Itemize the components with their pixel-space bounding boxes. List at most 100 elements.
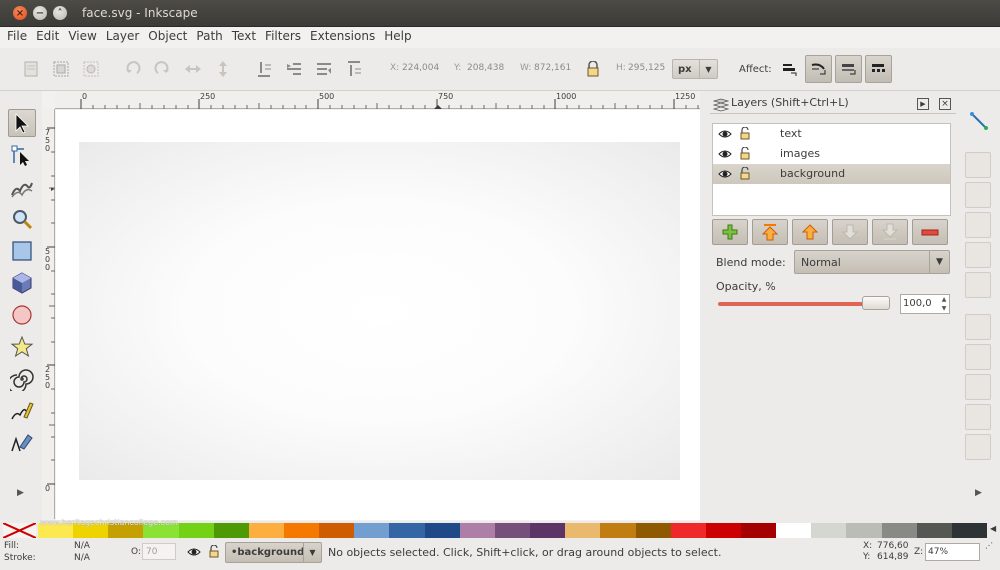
eye-icon[interactable]: [718, 128, 732, 140]
panel-collapse-button[interactable]: ▶: [917, 98, 929, 110]
color-swatch[interactable]: [424, 523, 461, 538]
palette-scroll-icon[interactable]: ◀: [990, 524, 996, 533]
close-window-button[interactable]: ×: [13, 6, 27, 20]
color-swatch[interactable]: [670, 523, 707, 538]
menu-extensions[interactable]: Extensions: [307, 27, 381, 48]
tweak-icon[interactable]: [8, 173, 36, 201]
color-swatch[interactable]: [459, 523, 496, 538]
color-swatch[interactable]: [916, 523, 953, 538]
opacity-spinbox[interactable]: 100,0 ▲ ▼: [900, 294, 950, 314]
menu-edit[interactable]: Edit: [33, 27, 65, 48]
menu-object[interactable]: Object: [145, 27, 193, 48]
layer-name[interactable]: images: [780, 147, 820, 160]
x-field[interactable]: 224,004: [402, 60, 446, 77]
color-swatch[interactable]: [494, 523, 531, 538]
layer-row-images[interactable]: images: [713, 144, 950, 164]
color-swatch[interactable]: [319, 523, 355, 538]
minimize-window-button[interactable]: −: [33, 6, 47, 20]
snap-bbox-corner-button[interactable]: [965, 212, 991, 238]
color-swatch[interactable]: [705, 523, 742, 538]
3d-box-icon[interactable]: [8, 269, 36, 297]
menu-text[interactable]: Text: [229, 27, 262, 48]
drawing-canvas[interactable]: [56, 110, 700, 520]
snap-nodes-button[interactable]: [965, 314, 991, 340]
snap-toggle-icon[interactable]: [969, 111, 989, 134]
selector-arrow-icon[interactable]: [8, 109, 36, 137]
rotate-ccw-icon[interactable]: [123, 59, 143, 79]
rotate-cw-icon[interactable]: [152, 59, 172, 79]
spiral-icon[interactable]: [8, 365, 36, 393]
color-swatch[interactable]: [213, 523, 250, 538]
snap-bbox-center-button[interactable]: [965, 272, 991, 298]
eye-icon[interactable]: [718, 168, 732, 180]
snap-bbox-edge-button[interactable]: [965, 182, 991, 208]
current-layer-dropdown[interactable]: •background ▼: [225, 542, 322, 563]
star-icon[interactable]: [8, 333, 36, 361]
menu-view[interactable]: View: [65, 27, 102, 48]
pen-icon[interactable]: [8, 429, 36, 457]
menu-path[interactable]: Path: [193, 27, 228, 48]
add-layer-button[interactable]: [712, 219, 748, 245]
background-rectangle[interactable]: [79, 142, 680, 480]
lower-layer-to-bottom-button[interactable]: [872, 219, 908, 245]
scale-rounded-corners-button[interactable]: [805, 55, 832, 83]
y-field[interactable]: 208,438: [467, 60, 511, 77]
select-all-icon[interactable]: [21, 59, 41, 79]
unit-dropdown[interactable]: px ▼: [672, 59, 718, 79]
h-field[interactable]: 295,125: [628, 60, 672, 77]
color-swatch[interactable]: [284, 523, 320, 538]
no-paint-swatch[interactable]: [2, 522, 37, 539]
eye-icon[interactable]: [187, 546, 201, 558]
raise-to-top-icon[interactable]: [344, 59, 364, 79]
move-patterns-button[interactable]: [865, 55, 892, 83]
zoom-icon[interactable]: [8, 205, 36, 233]
color-swatch[interactable]: [881, 523, 918, 538]
lower-to-bottom-icon[interactable]: [254, 59, 274, 79]
panel-close-button[interactable]: ×: [939, 98, 951, 110]
blend-mode-dropdown[interactable]: Normal ▼: [794, 250, 950, 274]
flip-horizontal-icon[interactable]: [183, 59, 203, 79]
unlocked-padlock-icon[interactable]: [740, 147, 750, 160]
color-swatch[interactable]: [600, 523, 636, 538]
unlocked-padlock-icon[interactable]: [209, 545, 219, 558]
snap-intersections-button[interactable]: [965, 374, 991, 400]
delete-layer-button[interactable]: [912, 219, 948, 245]
lower-icon[interactable]: [284, 59, 304, 79]
color-swatch[interactable]: [776, 523, 812, 538]
eye-icon[interactable]: [718, 148, 732, 160]
rectangle-icon[interactable]: [8, 237, 36, 265]
color-swatch[interactable]: [740, 523, 777, 538]
stroke-value[interactable]: N/A: [74, 553, 90, 563]
color-swatch[interactable]: [811, 523, 847, 538]
raise-layer-button[interactable]: [792, 219, 828, 245]
invert-selection-icon[interactable]: [81, 59, 101, 79]
raise-layer-to-top-button[interactable]: [752, 219, 788, 245]
zoom-field[interactable]: 47%: [925, 543, 980, 561]
ellipse-icon[interactable]: [8, 301, 36, 329]
node-editor-icon[interactable]: [8, 141, 36, 169]
snap-cusp-nodes-button[interactable]: [965, 404, 991, 430]
menu-layer[interactable]: Layer: [103, 27, 145, 48]
menu-filters[interactable]: Filters: [262, 27, 307, 48]
layer-name[interactable]: text: [780, 127, 802, 140]
lock-proportions-icon[interactable]: [586, 60, 600, 77]
maximize-window-button[interactable]: ˄: [53, 6, 67, 20]
snap-bbox-midpoint-button[interactable]: [965, 242, 991, 268]
color-swatch[interactable]: [354, 523, 390, 538]
panel-divider[interactable]: [700, 91, 708, 521]
layer-row-text[interactable]: text: [713, 124, 950, 144]
fill-value[interactable]: N/A: [74, 541, 90, 551]
layer-name[interactable]: background: [780, 167, 845, 180]
color-swatch[interactable]: [530, 523, 566, 538]
move-gradients-button[interactable]: [835, 55, 862, 83]
spin-arrows-icon[interactable]: ▲ ▼: [939, 295, 949, 313]
unlocked-padlock-icon[interactable]: [740, 127, 750, 140]
snap-paths-button[interactable]: [965, 344, 991, 370]
menu-help[interactable]: Help: [381, 27, 417, 48]
more-snap-arrow-icon[interactable]: ▶: [975, 488, 982, 498]
resize-grip-icon[interactable]: ⋰: [985, 541, 993, 550]
object-opacity-field[interactable]: 70: [142, 543, 176, 560]
menu-file[interactable]: File: [4, 27, 33, 48]
opacity-slider-thumb[interactable]: [862, 296, 890, 310]
snap-bbox-button[interactable]: [965, 152, 991, 178]
